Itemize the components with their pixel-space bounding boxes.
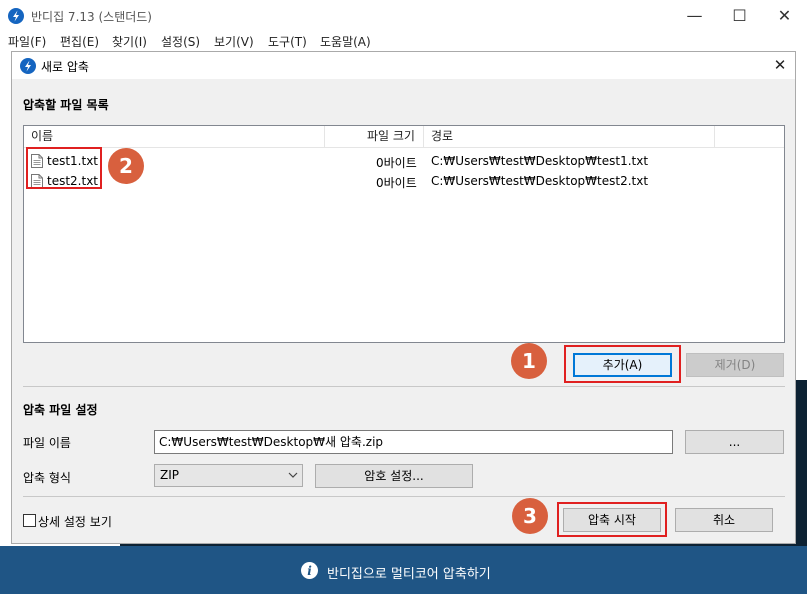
bottom-info-bar[interactable]: i 반디집으로 멀티코어 압축하기 bbox=[0, 546, 807, 594]
column-header-size[interactable]: 파일 크기 bbox=[367, 126, 415, 147]
svg-text:i: i bbox=[307, 564, 312, 578]
file-size: 0바이트 bbox=[376, 156, 417, 170]
bandizip-logo-icon bbox=[8, 8, 24, 24]
column-separator[interactable] bbox=[423, 126, 424, 147]
new-archive-dialog: 새로 압축 ✕ 압축할 파일 목록 이름 파일 크기 경로 test1.txt … bbox=[11, 51, 796, 544]
dialog-title: 새로 압축 bbox=[41, 60, 89, 74]
format-label: 압축 형식 bbox=[23, 471, 71, 485]
start-compress-button[interactable]: 압축 시작 bbox=[563, 508, 661, 532]
menu-settings[interactable]: 설정(S) bbox=[161, 33, 200, 50]
filename-label: 파일 이름 bbox=[23, 436, 71, 450]
file-size: 0바이트 bbox=[376, 176, 417, 190]
bottom-bar-text: 반디집으로 멀티코어 압축하기 bbox=[327, 567, 491, 582]
menu-find[interactable]: 찾기(I) bbox=[112, 33, 147, 50]
info-icon: i bbox=[301, 562, 318, 579]
minimize-button[interactable]: — bbox=[672, 0, 717, 31]
settings-section-title: 압축 파일 설정 bbox=[23, 403, 98, 417]
chevron-down-icon bbox=[288, 472, 298, 478]
format-select[interactable]: ZIP bbox=[154, 464, 303, 487]
annotation-badge-3: 3 bbox=[512, 498, 548, 534]
details-checkbox-label[interactable]: 상세 설정 보기 bbox=[38, 513, 112, 530]
section-divider bbox=[23, 496, 785, 497]
menu-file[interactable]: 파일(F) bbox=[8, 33, 46, 50]
file-path: C:₩Users₩test₩Desktop₩test2.txt bbox=[431, 174, 649, 188]
column-separator[interactable] bbox=[324, 126, 325, 147]
header-divider bbox=[24, 147, 784, 148]
details-checkbox[interactable] bbox=[23, 514, 36, 527]
maximize-button[interactable]: ☐ bbox=[717, 0, 762, 31]
background-panel bbox=[796, 380, 807, 546]
menu-view[interactable]: 보기(V) bbox=[214, 33, 254, 50]
menu-edit[interactable]: 편집(E) bbox=[60, 33, 99, 50]
menu-tools[interactable]: 도구(T) bbox=[268, 33, 307, 50]
cancel-button[interactable]: 취소 bbox=[675, 508, 773, 532]
app-title: 반디집 7.13 (스탠더드) bbox=[31, 10, 152, 24]
section-divider bbox=[23, 386, 785, 387]
archive-filename-input[interactable]: C:₩Users₩test₩Desktop₩새 압축.zip bbox=[154, 430, 673, 454]
add-button[interactable]: 추가(A) bbox=[573, 353, 672, 377]
dialog-close-button[interactable]: ✕ bbox=[768, 54, 792, 76]
column-separator[interactable] bbox=[714, 126, 715, 147]
dialog-titlebar: 새로 압축 ✕ bbox=[12, 52, 795, 79]
annotation-box-files bbox=[26, 147, 102, 189]
annotation-badge-2: 2 bbox=[108, 148, 144, 184]
close-window-button[interactable]: ✕ bbox=[762, 0, 807, 31]
menu-help[interactable]: 도움말(A) bbox=[320, 33, 371, 50]
annotation-badge-1: 1 bbox=[511, 343, 547, 379]
bandizip-logo-icon bbox=[20, 58, 36, 74]
menubar: 파일(F) 편집(E) 찾기(I) 설정(S) 보기(V) 도구(T) 도움말(… bbox=[0, 31, 807, 51]
file-path: C:₩Users₩test₩Desktop₩test1.txt bbox=[431, 154, 649, 168]
format-select-value: ZIP bbox=[160, 468, 179, 482]
column-header-name[interactable]: 이름 bbox=[31, 126, 53, 147]
browse-button[interactable]: ... bbox=[685, 430, 784, 454]
app-titlebar: 반디집 7.13 (스탠더드) — ☐ ✕ bbox=[0, 0, 807, 31]
file-list-section-title: 압축할 파일 목록 bbox=[23, 98, 109, 112]
column-header-path[interactable]: 경로 bbox=[431, 126, 453, 147]
password-settings-button[interactable]: 암호 설정... bbox=[315, 464, 473, 488]
remove-button[interactable]: 제거(D) bbox=[686, 353, 784, 377]
